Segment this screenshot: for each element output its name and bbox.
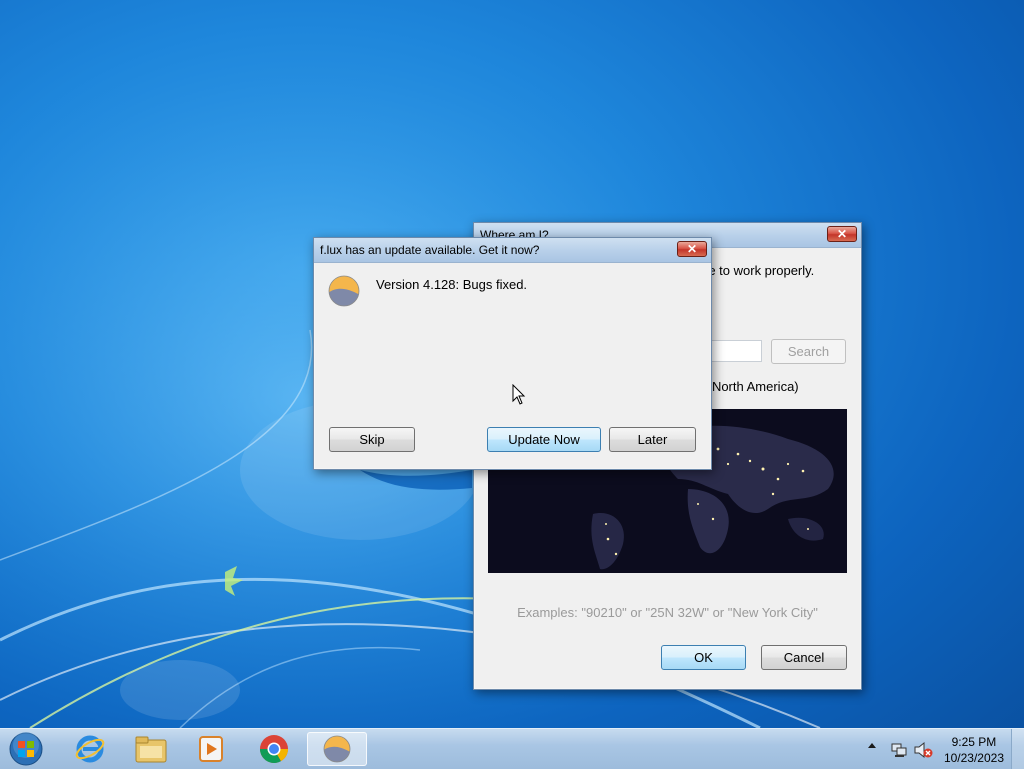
update-dialog-title: f.lux has an update available. Get it no… bbox=[320, 243, 540, 257]
file-explorer-icon bbox=[135, 736, 167, 763]
start-button[interactable] bbox=[0, 732, 52, 766]
internet-explorer-icon bbox=[75, 735, 105, 763]
taskbar-chrome[interactable] bbox=[248, 732, 300, 766]
location-instructions: re to work properly. bbox=[704, 263, 815, 278]
clock-time: 9:25 PM bbox=[951, 735, 997, 749]
later-button[interactable]: Later bbox=[609, 427, 696, 452]
volume-muted-icon[interactable] bbox=[913, 741, 933, 759]
search-button[interactable]: Search bbox=[771, 339, 846, 364]
flux-logo-icon bbox=[328, 275, 360, 307]
media-player-icon bbox=[199, 736, 223, 762]
update-dialog: f.lux has an update available. Get it no… bbox=[313, 237, 712, 470]
taskbar-flux[interactable] bbox=[307, 732, 367, 766]
location-input[interactable] bbox=[704, 340, 762, 362]
tray-show-hidden-icon[interactable] bbox=[868, 743, 876, 748]
location-dialog-close-icon[interactable]: ✕ bbox=[827, 226, 857, 242]
start-orb-icon bbox=[9, 732, 43, 766]
taskbar-media-player[interactable] bbox=[185, 732, 237, 766]
location-hint: r North America) bbox=[704, 379, 799, 394]
skip-button[interactable]: Skip bbox=[329, 427, 415, 452]
update-message: Version 4.128: Bugs fixed. bbox=[376, 277, 528, 292]
taskbar-file-explorer[interactable] bbox=[125, 732, 177, 766]
update-dialog-close-icon[interactable]: ✕ bbox=[677, 241, 707, 257]
chrome-icon bbox=[260, 735, 288, 763]
taskbar: 9:25 PM 10/23/2023 bbox=[0, 728, 1024, 769]
update-now-button[interactable]: Update Now bbox=[487, 427, 601, 452]
taskbar-internet-explorer[interactable] bbox=[64, 732, 116, 766]
location-examples: Examples: "90210" or "25N 32W" or "New Y… bbox=[517, 605, 818, 620]
clock-date: 10/23/2023 bbox=[943, 751, 1004, 765]
cancel-button[interactable]: Cancel bbox=[761, 645, 847, 670]
flux-icon bbox=[323, 735, 351, 763]
update-dialog-titlebar[interactable]: f.lux has an update available. Get it no… bbox=[314, 238, 711, 263]
show-desktop-button[interactable] bbox=[1011, 729, 1024, 769]
mouse-cursor-icon bbox=[512, 384, 526, 405]
network-icon[interactable] bbox=[890, 741, 908, 759]
ok-button[interactable]: OK bbox=[661, 645, 746, 670]
system-clock[interactable]: 9:25 PM 10/23/2023 bbox=[944, 734, 1004, 766]
